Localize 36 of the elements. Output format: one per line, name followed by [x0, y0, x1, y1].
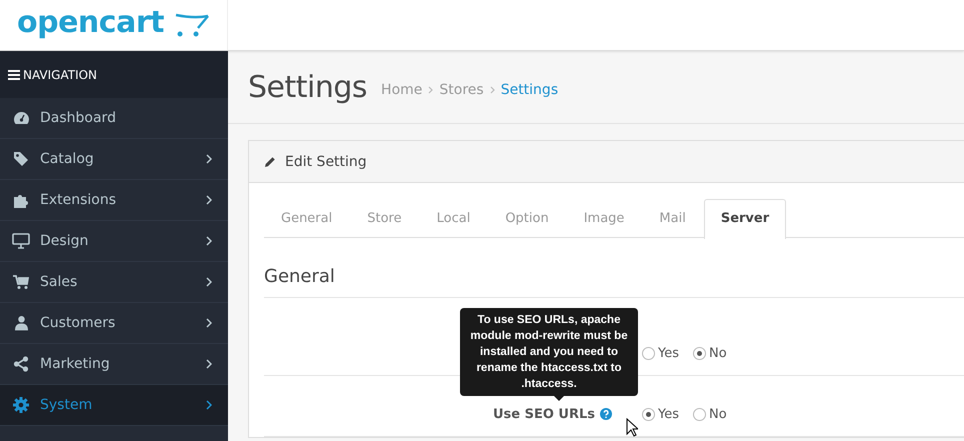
option-label[interactable]: Yes — [658, 407, 679, 422]
dashboard-icon — [12, 111, 30, 125]
settings-icon — [12, 397, 30, 413]
monitor-icon — [12, 233, 30, 249]
navigation-title: NAVIGATION — [23, 68, 98, 82]
field-label: Use SEO URLs — [492, 406, 595, 422]
user-icon — [12, 315, 30, 331]
option-label[interactable]: No — [709, 407, 727, 422]
radio-button[interactable] — [642, 408, 655, 421]
menu-icon — [8, 70, 20, 80]
nav-item[interactable]: Customers — [0, 303, 228, 344]
cart-icon — [12, 274, 30, 290]
chevron-icon — [428, 86, 434, 94]
tab[interactable]: Server — [704, 199, 786, 239]
radio-button[interactable] — [693, 347, 706, 360]
tooltip-text: To use SEO URLs, apache module mod-rewrite must be installed and you need to rename the htaccess.txt to .htaccess. — [469, 313, 629, 392]
option-label[interactable]: Yes — [658, 346, 679, 361]
share-icon — [12, 356, 30, 372]
nav-item[interactable]: Catalog — [0, 139, 228, 180]
tag-icon — [12, 151, 30, 167]
page-title: Settings — [248, 70, 368, 104]
option-label[interactable]: No — [709, 346, 727, 361]
nav-item[interactable]: System — [0, 385, 228, 426]
section-heading: General — [264, 238, 964, 298]
nav-item[interactable]: Sales — [0, 262, 228, 303]
panel-title: Edit Setting — [285, 154, 367, 170]
radio-button[interactable] — [642, 347, 655, 360]
nav-item[interactable]: Extensions — [0, 180, 228, 221]
help-icon[interactable] — [600, 408, 612, 420]
chevron-icon — [490, 86, 495, 94]
logo-text: opencart — [17, 8, 164, 38]
radio-button[interactable] — [693, 408, 706, 421]
nav-item[interactable]: Dashboard — [0, 98, 228, 139]
pencil-icon — [264, 156, 276, 168]
nav-item[interactable]: Design — [0, 221, 228, 262]
puzzle-icon — [12, 192, 30, 208]
